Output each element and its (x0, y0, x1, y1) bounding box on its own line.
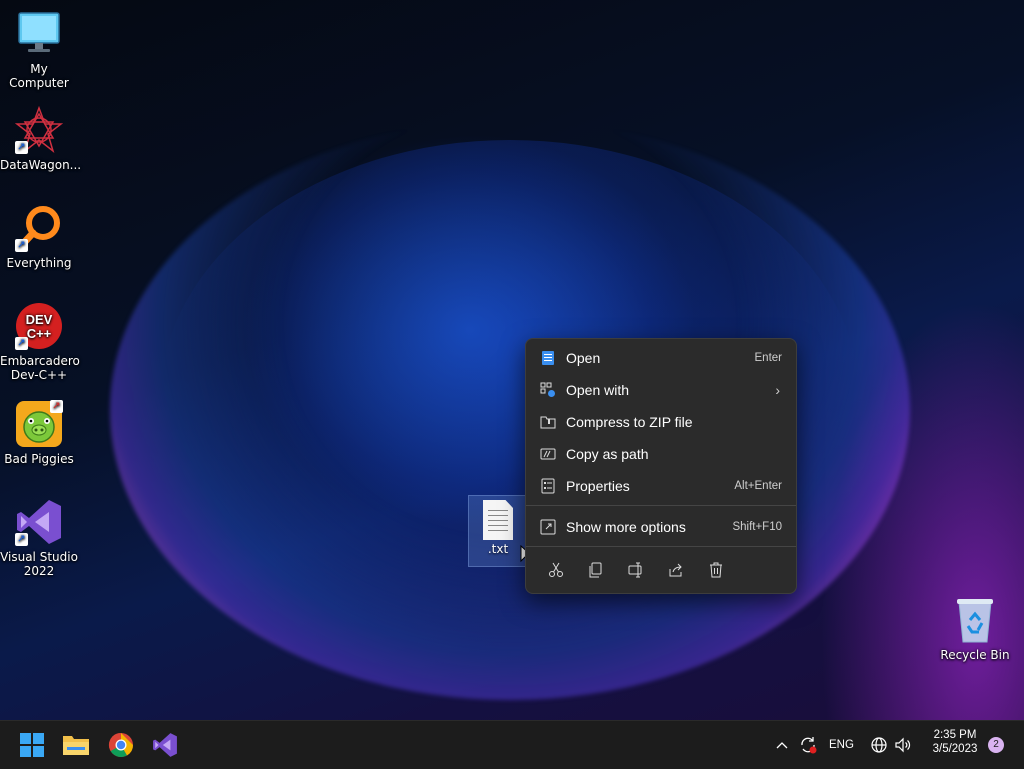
taskbar-chrome[interactable] (105, 729, 137, 761)
menu-item-shortcut: Alt+Enter (734, 480, 782, 492)
start-button[interactable] (16, 729, 48, 761)
visual-studio-icon: ↗ (15, 498, 63, 546)
menu-item-open-with[interactable]: Open with › (530, 375, 792, 405)
menu-item-compress-zip[interactable]: Compress to ZIP file (530, 407, 792, 437)
shortcut-arrow-icon: ↗ (50, 400, 63, 413)
desktop-icon-label: Recycle Bin (940, 648, 1010, 662)
menu-item-label: Open with (566, 382, 630, 398)
taskbar-visual-studio[interactable] (149, 729, 181, 761)
show-more-icon (530, 519, 566, 535)
monitor-icon (15, 10, 63, 58)
magnifier-icon: ↗ (15, 204, 63, 252)
menu-item-label: Copy as path (566, 446, 649, 462)
chevron-up-icon (776, 742, 788, 749)
menu-item-shortcut: Shift+F10 (732, 521, 782, 533)
clock-date: 3/5/2023 (932, 743, 978, 755)
desktop-icon-label: Bad Piggies (4, 452, 74, 466)
taskbar: ENG 2:35 PM 3/5/2023 2 (0, 720, 1024, 769)
language-indicator[interactable]: ENG (829, 739, 854, 751)
menu-item-label: Open (566, 350, 601, 366)
menu-item-properties[interactable]: Properties Alt+Enter (530, 471, 792, 501)
bad-piggies-icon: ↗ (15, 400, 63, 448)
desktop-file-txt[interactable]: .txt (468, 495, 528, 567)
sync-icon (801, 737, 817, 754)
desktop-icon-label: My Computer (9, 62, 69, 90)
menu-item-open[interactable]: Open Enter (530, 343, 792, 373)
menu-separator (526, 505, 796, 506)
clock[interactable]: 2:35 PM 3/5/2023 (922, 729, 988, 755)
show-hidden-icons-button[interactable] (768, 729, 796, 761)
text-file-icon (483, 500, 513, 540)
notepad-icon (530, 350, 566, 366)
properties-icon (530, 478, 566, 494)
desktop[interactable]: My Computer ↗ DataWagon... ↗ Everything … (0, 0, 1024, 720)
network-button[interactable] (866, 729, 892, 761)
menu-item-shortcut: Enter (754, 352, 783, 364)
desktop-icon-my-computer[interactable]: My Computer (0, 10, 78, 90)
globe-icon (871, 737, 887, 753)
menu-item-label: Compress to ZIP file (566, 414, 693, 430)
desktop-icon-visual-studio[interactable]: ↗ Visual Studio 2022 (0, 498, 78, 578)
shortcut-arrow-icon: ↗ (15, 141, 28, 154)
desktop-icon-label: Visual Studio (0, 550, 78, 564)
desktop-icon-label: Everything (6, 256, 72, 270)
datawagon-icon: ↗ (14, 105, 64, 154)
sync-status-button[interactable] (794, 729, 822, 761)
volume-button[interactable] (890, 729, 916, 761)
svg-text:DEV: DEV (26, 312, 53, 327)
start-icon (20, 733, 44, 757)
rename-icon[interactable] (616, 555, 656, 585)
chrome-icon (108, 733, 133, 758)
menu-item-show-more-options[interactable]: Show more options Shift+F10 (530, 512, 792, 542)
context-menu: Open Enter Open with › Compress to ZIP f… (525, 338, 797, 594)
clock-time: 2:35 PM (933, 729, 977, 741)
shortcut-arrow-icon: ↗ (15, 239, 28, 252)
zip-folder-icon (530, 414, 566, 430)
open-with-icon (530, 382, 566, 398)
desktop-icon-label: Dev-C++ (10, 368, 68, 382)
cut-icon[interactable] (536, 555, 576, 585)
taskbar-file-explorer[interactable] (60, 729, 92, 761)
menu-item-copy-as-path[interactable]: Copy as path (530, 439, 792, 469)
desktop-icon-label: DataWagon... (0, 158, 82, 172)
visual-studio-icon (153, 733, 177, 757)
desktop-icon-bad-piggies[interactable]: ↗ Bad Piggies (0, 400, 78, 466)
desktop-icon-label: 2022 (23, 564, 55, 578)
desktop-icon-label: Embarcadero (0, 354, 80, 368)
menu-item-label: Show more options (566, 519, 686, 535)
delete-icon[interactable] (696, 555, 736, 585)
desktop-icon-devcpp[interactable]: DEV C++ ↗ Embarcadero Dev-C++ (0, 302, 80, 382)
file-label: .txt (487, 542, 509, 556)
share-icon[interactable] (656, 555, 696, 585)
notification-badge[interactable]: 2 (988, 737, 1004, 753)
chevron-right-icon: › (775, 382, 780, 398)
desktop-icon-everything[interactable]: ↗ Everything (0, 204, 78, 270)
svg-text:C++: C++ (27, 326, 52, 341)
desktop-icon-recycle-bin[interactable]: Recycle Bin (936, 596, 1014, 662)
menu-item-label: Properties (566, 478, 630, 494)
menu-separator (526, 546, 796, 547)
copy-icon[interactable] (576, 555, 616, 585)
shortcut-arrow-icon: ↗ (15, 337, 28, 350)
devcpp-icon: DEV C++ ↗ (15, 302, 63, 350)
shortcut-arrow-icon: ↗ (15, 533, 28, 546)
copy-path-icon (530, 446, 566, 462)
recycle-bin-icon (951, 596, 999, 644)
context-menu-action-bar (536, 555, 736, 585)
desktop-icon-datawagon[interactable]: ↗ DataWagon... (0, 105, 82, 172)
speaker-icon (895, 737, 911, 753)
file-explorer-icon (63, 736, 89, 755)
